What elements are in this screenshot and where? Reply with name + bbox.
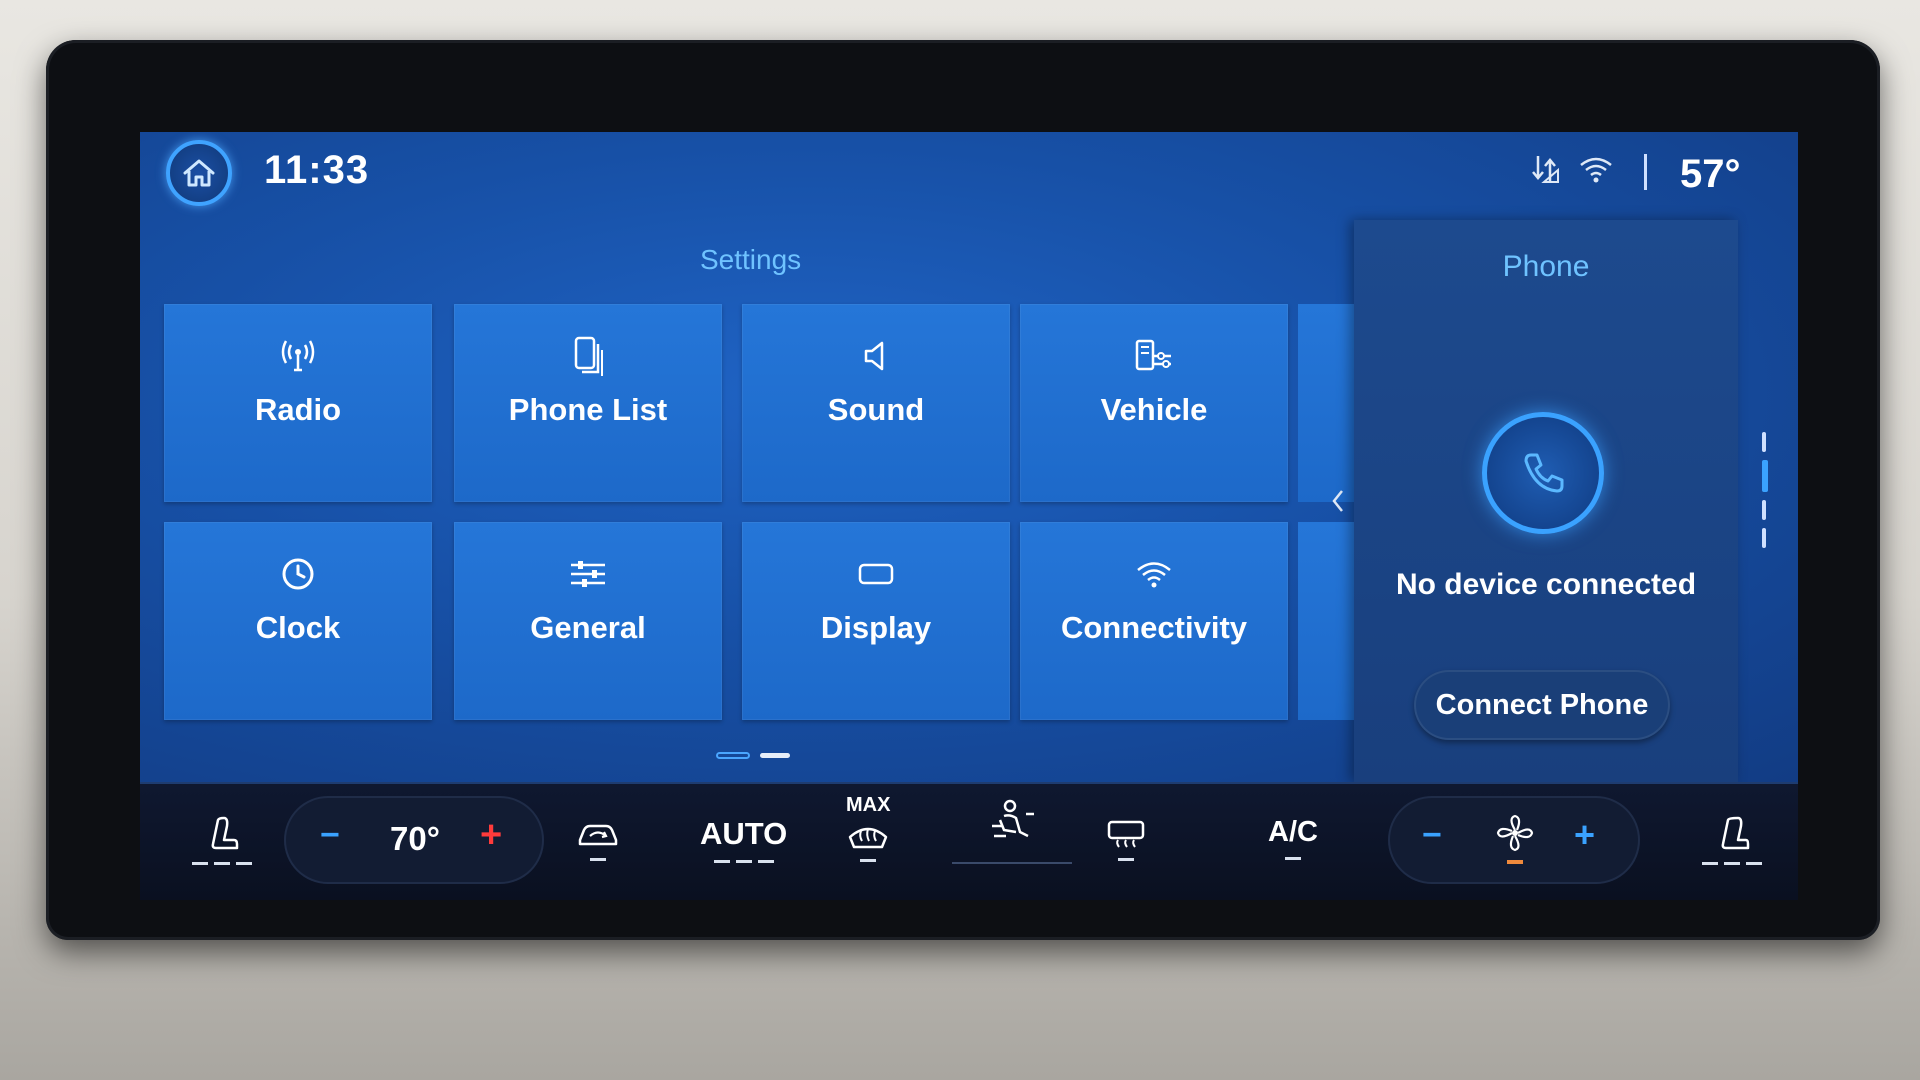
- auto-label: AUTO: [700, 816, 788, 851]
- data-transfer-icon: [1532, 156, 1559, 183]
- chevron-left-icon[interactable]: [1330, 488, 1346, 514]
- ac-label: A/C: [1268, 816, 1318, 848]
- recirculation-button[interactable]: [574, 820, 622, 861]
- seat-heat-icon: [1721, 816, 1750, 850]
- fan-speed-decrease[interactable]: −: [1422, 816, 1442, 855]
- driver-temp-increase[interactable]: +: [480, 814, 502, 857]
- level-indicator: [860, 859, 877, 862]
- status-bar: 11:33 57°: [140, 132, 1798, 222]
- ac-button[interactable]: A/C: [1268, 816, 1318, 860]
- fan-level-indicator: [1507, 860, 1523, 864]
- fan-icon: [1496, 814, 1534, 852]
- airflow-underline: [952, 862, 1072, 864]
- tile-label: General: [530, 610, 646, 645]
- driver-temp-value: 70°: [390, 820, 440, 857]
- display-icon: [856, 552, 896, 596]
- tile-radio[interactable]: Radio: [164, 304, 432, 502]
- connect-phone-button[interactable]: Connect Phone: [1414, 670, 1670, 740]
- settings-title: Settings: [700, 244, 802, 275]
- front-defrost-icon: [848, 827, 888, 849]
- level-indicator: [1118, 858, 1134, 861]
- tile-partial-next[interactable]: [1298, 522, 1354, 720]
- wifi-icon: [1580, 157, 1612, 183]
- tile-vehicle[interactable]: Vehicle: [1020, 304, 1288, 502]
- wifi-icon: [1135, 552, 1173, 596]
- sliders-icon: [568, 552, 608, 596]
- rear-defrost-icon: [1107, 820, 1145, 848]
- page-indicator[interactable]: [716, 752, 790, 759]
- level-indicator: [192, 862, 252, 865]
- clock-time: 11:33: [264, 148, 370, 192]
- phone-title: Phone: [1502, 250, 1590, 283]
- radio-antenna-icon: [280, 334, 316, 378]
- tile-label: Display: [820, 610, 932, 645]
- fan-speed-increase[interactable]: +: [1574, 814, 1595, 856]
- scroll-segment: [1762, 500, 1766, 520]
- page-indicator-active: [716, 752, 750, 759]
- home-button[interactable]: [166, 140, 232, 206]
- tile-label: Vehicle: [1100, 392, 1208, 427]
- status-icons: [1528, 152, 1614, 186]
- rear-defrost-button[interactable]: [1104, 818, 1148, 861]
- clock-icon: [280, 552, 316, 596]
- tile-display[interactable]: Display: [742, 522, 1010, 720]
- fan-indicator: [1494, 812, 1536, 864]
- climate-bar: − 70° + AUTO MAX A/C − +: [140, 782, 1798, 900]
- tile-clock[interactable]: Clock: [164, 522, 432, 720]
- level-indicator: [1702, 862, 1762, 865]
- tile-general[interactable]: General: [454, 522, 722, 720]
- scroll-indicator[interactable]: [1762, 432, 1768, 556]
- airflow-mode-button[interactable]: [952, 796, 1072, 864]
- tile-sound[interactable]: Sound: [742, 304, 1010, 502]
- passenger-seat-heat-button[interactable]: [1702, 814, 1762, 865]
- phone-call-button[interactable]: [1482, 412, 1604, 534]
- tile-label: Radio: [254, 392, 342, 427]
- driver-temp-decrease[interactable]: −: [320, 816, 340, 855]
- page-indicator-dot: [760, 753, 790, 758]
- recirculation-car-icon: [578, 824, 618, 846]
- status-divider: [1644, 154, 1647, 190]
- level-indicator: [590, 858, 606, 861]
- fan-speed-control: − +: [1388, 796, 1640, 884]
- max-label: MAX: [846, 794, 891, 816]
- vehicle-settings-icon: [1133, 334, 1175, 378]
- speaker-icon: [860, 334, 892, 378]
- tile-label: Connectivity: [1060, 610, 1248, 645]
- tile-phone-list[interactable]: Phone List: [454, 304, 722, 502]
- seat-heat-icon: [211, 816, 239, 850]
- auto-climate-button[interactable]: AUTO: [700, 816, 787, 863]
- phone-list-icon: [572, 334, 604, 378]
- phone-icon: [1524, 453, 1564, 493]
- level-indicator: [1284, 857, 1301, 860]
- max-defrost-button[interactable]: MAX: [846, 794, 890, 862]
- driver-temp-control: − 70° +: [284, 796, 544, 884]
- tile-label: Phone List: [508, 392, 668, 427]
- driver-seat-heat-button[interactable]: [192, 814, 252, 865]
- phone-panel: Phone No device connected Connect Phone: [1354, 220, 1738, 782]
- tile-connectivity[interactable]: Connectivity: [1020, 522, 1288, 720]
- phone-status: No device connected: [1395, 568, 1697, 601]
- level-indicator: [713, 860, 774, 863]
- scroll-segment-active: [1762, 460, 1768, 492]
- outside-temperature: 57°: [1680, 152, 1741, 196]
- tile-partial-next[interactable]: [1298, 304, 1354, 502]
- infotainment-screen: 11:33 57° Settings Radio Phone List Soun…: [140, 132, 1798, 900]
- home-icon: [183, 159, 215, 187]
- airflow-person-icon: [992, 799, 1034, 838]
- scroll-segment: [1762, 528, 1766, 548]
- scroll-segment: [1762, 432, 1766, 452]
- tile-label: Clock: [255, 610, 341, 645]
- main-area: 11:33 57° Settings Radio Phone List Soun…: [140, 132, 1798, 782]
- tile-label: Sound: [827, 392, 925, 427]
